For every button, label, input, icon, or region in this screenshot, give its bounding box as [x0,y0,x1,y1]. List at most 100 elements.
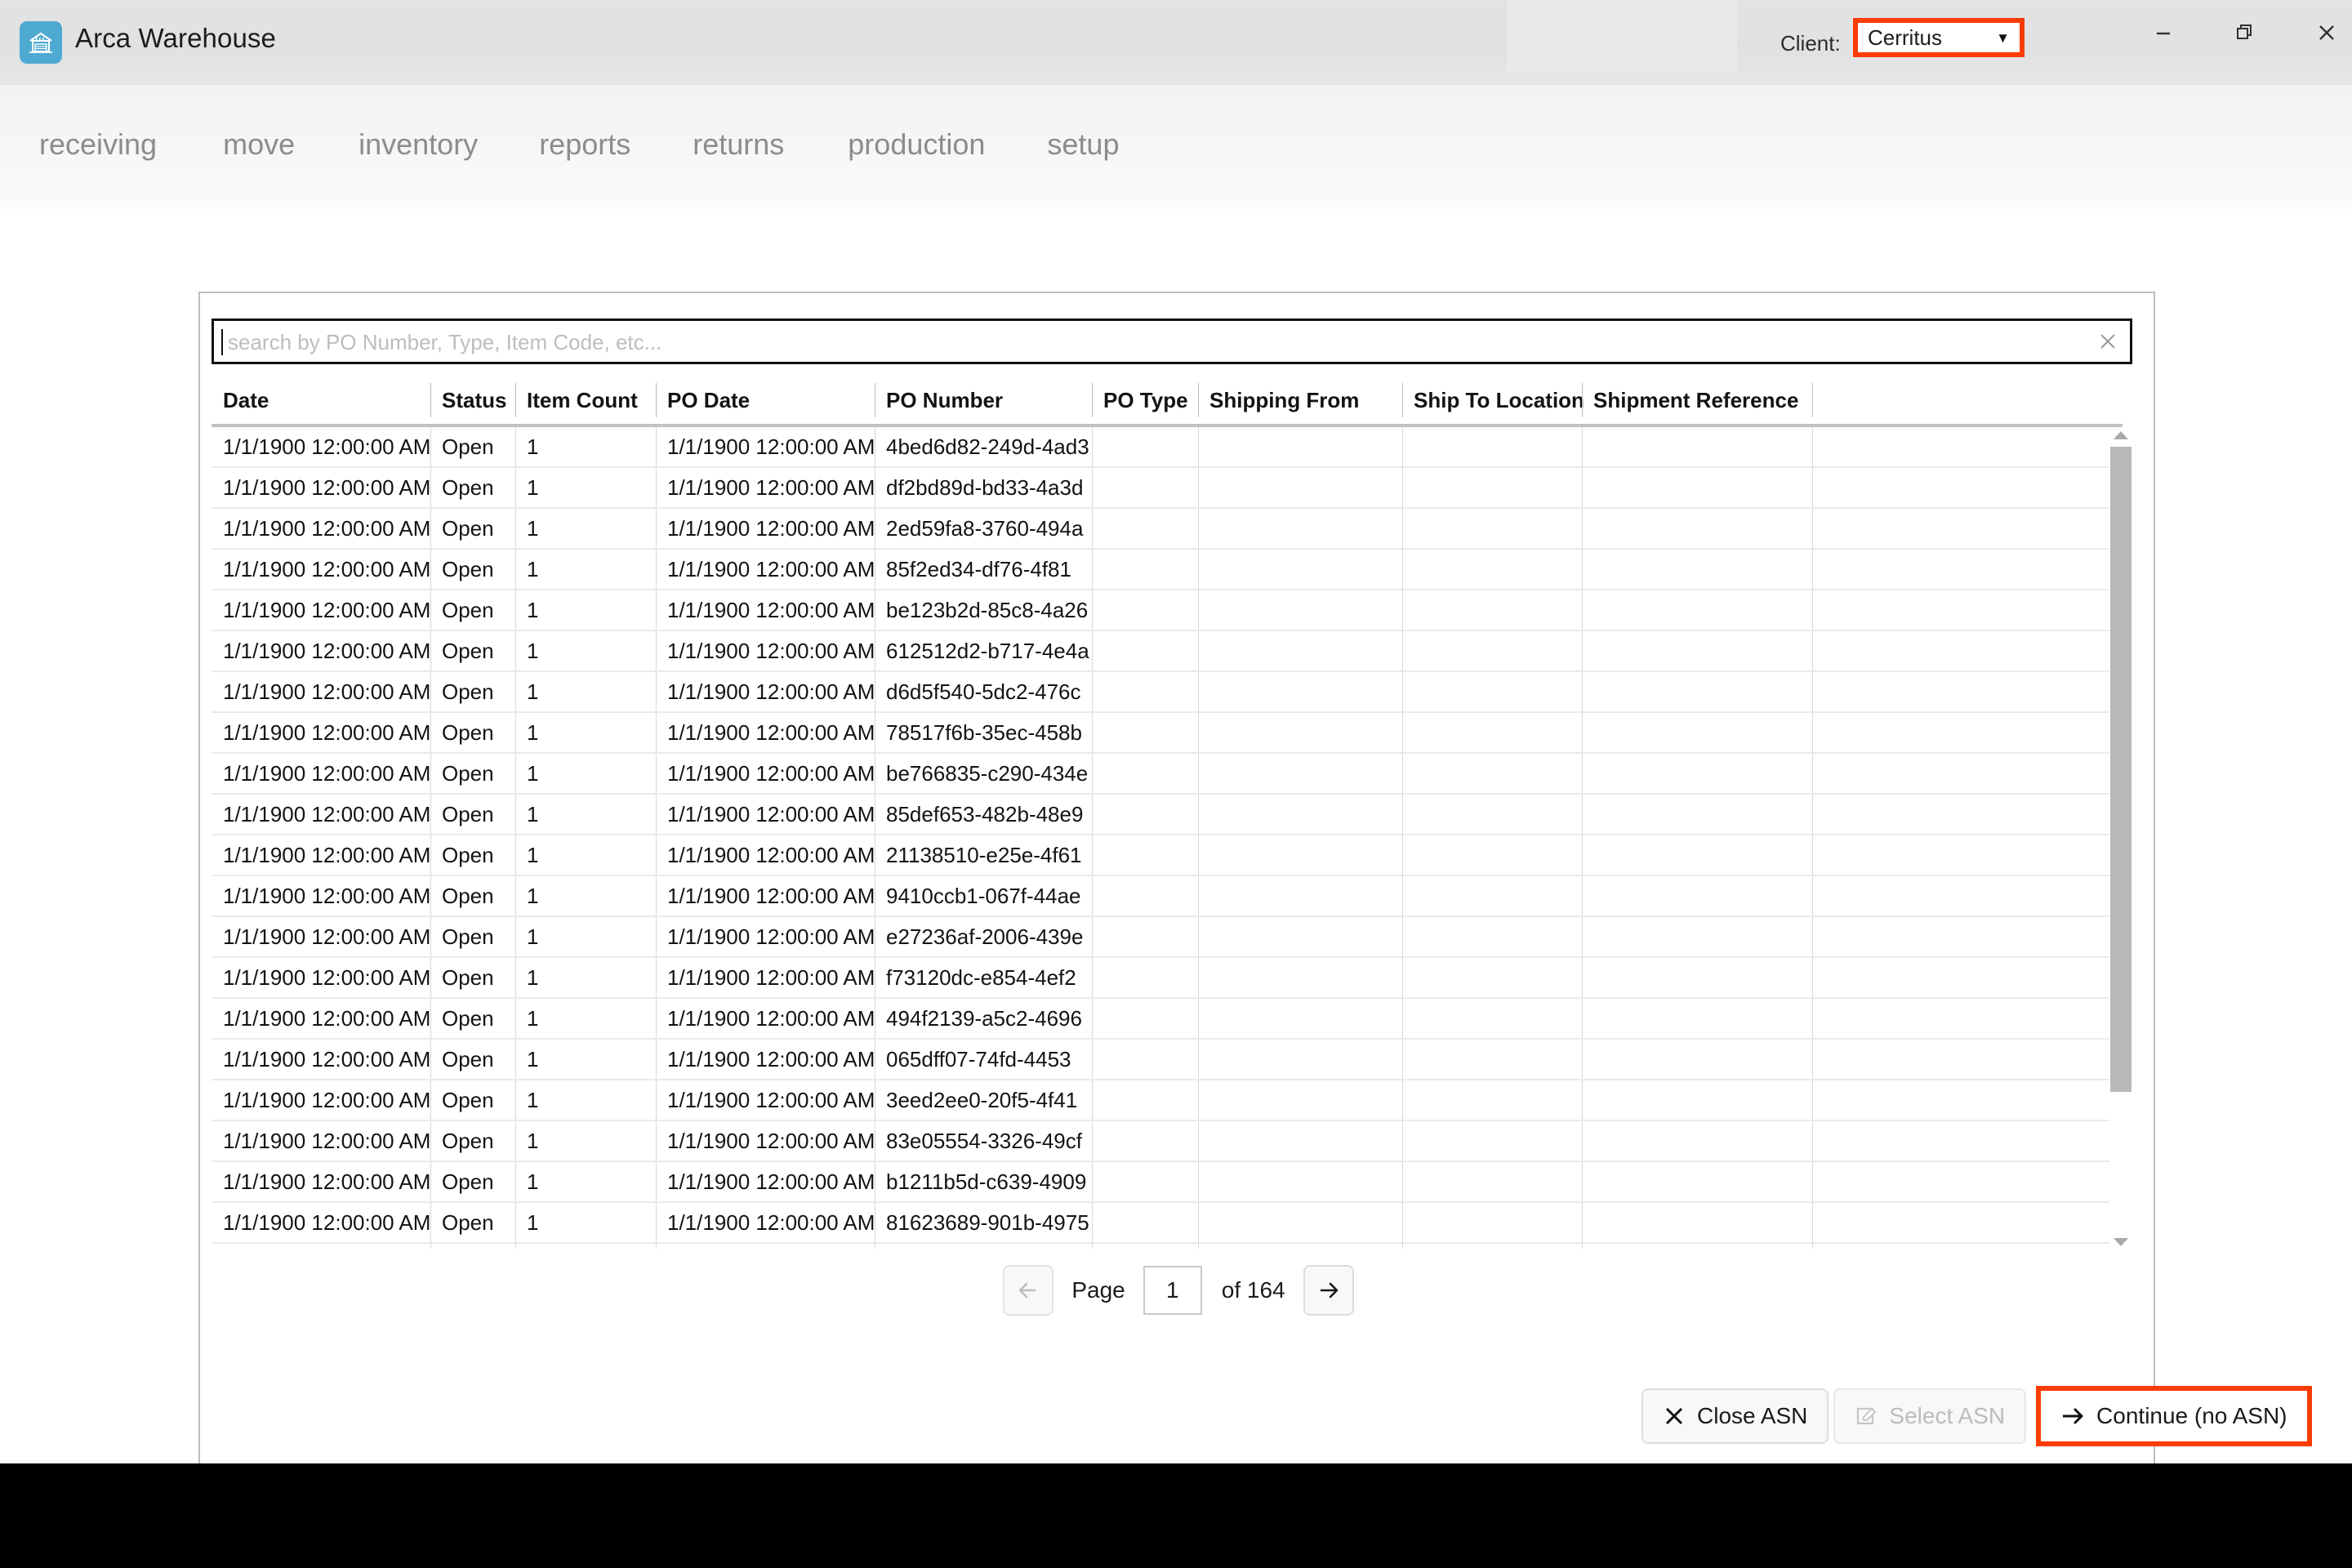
minimize-button[interactable] [2134,11,2193,54]
nav-item-receiving[interactable]: receiving [39,127,157,162]
nav-item-inventory[interactable]: inventory [359,127,478,162]
cell-po-date: 1/1/1900 12:00:00 AM [656,795,875,834]
table-row[interactable]: 1/1/1900 12:00:00 AMOpen11/1/1900 12:00:… [212,958,2123,999]
main-navigation: receiving move inventory reports returns… [0,85,2352,209]
cell-shipment-reference [1582,1121,1812,1160]
table-row[interactable]: 1/1/1900 12:00:00 AMOpen11/1/1900 12:00:… [212,427,2123,468]
cell-status: Open [430,917,515,956]
cell-ship-to-location [1402,999,1582,1038]
search-input[interactable]: search by PO Number, Type, Item Code, et… [212,318,2132,364]
cell-po-number: 85def653-482b-48e9 [875,795,1092,834]
cell-status: Open [430,876,515,915]
table-row[interactable]: 1/1/1900 12:00:00 AMOpen11/1/1900 12:00:… [212,590,2123,631]
table-row[interactable]: 1/1/1900 12:00:00 AMOpen11/1/1900 12:00:… [212,754,2123,795]
table-row[interactable]: 1/1/1900 12:00:00 AMOpen11/1/1900 12:00:… [212,713,2123,754]
column-header-date[interactable]: Date [212,378,430,422]
cell-po-number: 9410ccb1-067f-44ae [875,876,1092,915]
table-row[interactable]: 1/1/1900 12:00:00 AMOpen11/1/1900 12:00:… [212,1162,2123,1203]
continue-no-asn-highlight: Continue (no ASN) [2036,1386,2312,1446]
table-row[interactable]: 1/1/1900 12:00:00 AMOpen11/1/1900 12:00:… [212,672,2123,713]
continue-no-asn-button[interactable]: Continue (no ASN) [2041,1391,2307,1441]
maximize-button[interactable] [2216,11,2274,54]
next-page-button[interactable] [1303,1265,1354,1316]
table-row[interactable]: 1/1/1900 12:00:00 AMOpen11/1/1900 12:00:… [212,509,2123,550]
cell-date: 1/1/1900 12:00:00 AM [223,1046,431,1071]
cell-extra [1812,754,2123,793]
cell-shipping-from [1198,1203,1402,1242]
cell-ship-to-location [1402,917,1582,956]
client-select-highlight: Cerritus ▼ [1853,18,2025,57]
nav-item-move[interactable]: move [223,127,295,162]
table-row[interactable]: 1/1/1900 12:00:00 AMOpen11/1/1900 12:00:… [212,999,2123,1040]
client-dropdown[interactable]: Cerritus ▼ [1858,23,2020,52]
cell-ship-to-location [1402,795,1582,834]
arrow-right-icon [2060,1405,2085,1428]
cell-po-date: 1/1/1900 12:00:00 AM [656,550,875,589]
table-row[interactable]: 1/1/1900 12:00:00 AMOpen11/1/1900 12:00:… [212,1244,2123,1249]
close-button[interactable] [2297,11,2352,54]
cell-po-date: 1/1/1900 12:00:00 AM [656,509,875,548]
cell-status: Open [430,550,515,589]
cell-shipment-reference [1582,999,1812,1038]
warehouse-icon [20,21,62,64]
scrollbar-thumb[interactable] [2110,447,2132,1092]
column-header-po-number[interactable]: PO Number [875,378,1092,422]
table-row[interactable]: 1/1/1900 12:00:00 AMOpen11/1/1900 12:00:… [212,468,2123,509]
scroll-down-icon[interactable] [2110,1234,2132,1250]
page-number-input[interactable]: 1 [1143,1266,1202,1315]
cell-po-date: 1/1/1900 12:00:00 AM [656,1203,875,1242]
cell-ship-to-location [1402,958,1582,997]
nav-item-returns[interactable]: returns [693,127,784,162]
cell-shipping-from [1198,590,1402,630]
table-row[interactable]: 1/1/1900 12:00:00 AMOpen11/1/1900 12:00:… [212,1040,2123,1080]
arrow-right-icon [1320,1282,1338,1298]
cell-po-type [1092,509,1198,548]
select-asn-button[interactable]: Select ASN [1833,1388,2027,1444]
cell-shipping-from [1198,1121,1402,1160]
minimize-icon [2157,32,2170,35]
table-row[interactable]: 1/1/1900 12:00:00 AMOpen11/1/1900 12:00:… [212,876,2123,917]
nav-item-setup[interactable]: setup [1047,127,1119,162]
table-row[interactable]: 1/1/1900 12:00:00 AMOpen11/1/1900 12:00:… [212,1203,2123,1244]
cell-date: 1/1/1900 12:00:00 AM [223,1128,431,1153]
cell-shipment-reference [1582,590,1812,630]
nav-item-production[interactable]: production [848,127,985,162]
cell-shipping-from [1198,509,1402,548]
nav-items: receiving move inventory reports returns… [39,127,1119,162]
cell-item-count: 1 [515,713,656,752]
table-scrollbar[interactable] [2109,427,2132,1250]
cell-ship-to-location [1402,754,1582,793]
cell-item-count: 1 [515,1162,656,1201]
total-pages-label: of 164 [1221,1277,1285,1303]
table-row[interactable]: 1/1/1900 12:00:00 AMOpen11/1/1900 12:00:… [212,835,2123,876]
cell-date: 1/1/1900 12:00:00 AM [223,1005,431,1031]
cell-po-number: b1211b5d-c639-4909 [875,1162,1092,1201]
cell-date: 1/1/1900 12:00:00 AM [223,964,431,990]
column-header-shipping-from[interactable]: Shipping From [1198,378,1402,422]
cell-status: Open [430,1121,515,1160]
column-header-po-type[interactable]: PO Type [1092,378,1198,422]
cell-date: 1/1/1900 12:00:00 AM [223,924,431,949]
pagination: Page 1 of 164 [200,1265,2157,1316]
previous-page-button[interactable] [1003,1265,1054,1316]
table-row[interactable]: 1/1/1900 12:00:00 AMOpen11/1/1900 12:00:… [212,1080,2123,1121]
cell-item-count: 1 [515,754,656,793]
scroll-up-icon[interactable] [2110,427,2132,443]
column-header-status[interactable]: Status [430,378,515,422]
table-row[interactable]: 1/1/1900 12:00:00 AMOpen11/1/1900 12:00:… [212,795,2123,835]
clear-icon[interactable] [2096,329,2120,354]
column-header-shipment-reference[interactable]: Shipment Reference [1582,378,1812,422]
table-row[interactable]: 1/1/1900 12:00:00 AMOpen11/1/1900 12:00:… [212,1121,2123,1162]
table-row[interactable]: 1/1/1900 12:00:00 AMOpen11/1/1900 12:00:… [212,631,2123,672]
column-header-ship-to-location[interactable]: Ship To Location [1402,378,1584,422]
table-row[interactable]: 1/1/1900 12:00:00 AMOpen11/1/1900 12:00:… [212,550,2123,590]
close-asn-button[interactable]: Close ASN [1642,1388,1829,1444]
cell-date: 1/1/1900 12:00:00 AM [223,760,431,786]
nav-item-reports[interactable]: reports [539,127,630,162]
column-header-po-date[interactable]: PO Date [656,378,875,422]
cell-po-number: be766835-c290-434e [875,754,1092,793]
close-x-icon [1663,1405,1686,1428]
table-row[interactable]: 1/1/1900 12:00:00 AMOpen11/1/1900 12:00:… [212,917,2123,958]
column-header-item-count[interactable]: Item Count [515,378,656,422]
cell-shipping-from [1198,917,1402,956]
